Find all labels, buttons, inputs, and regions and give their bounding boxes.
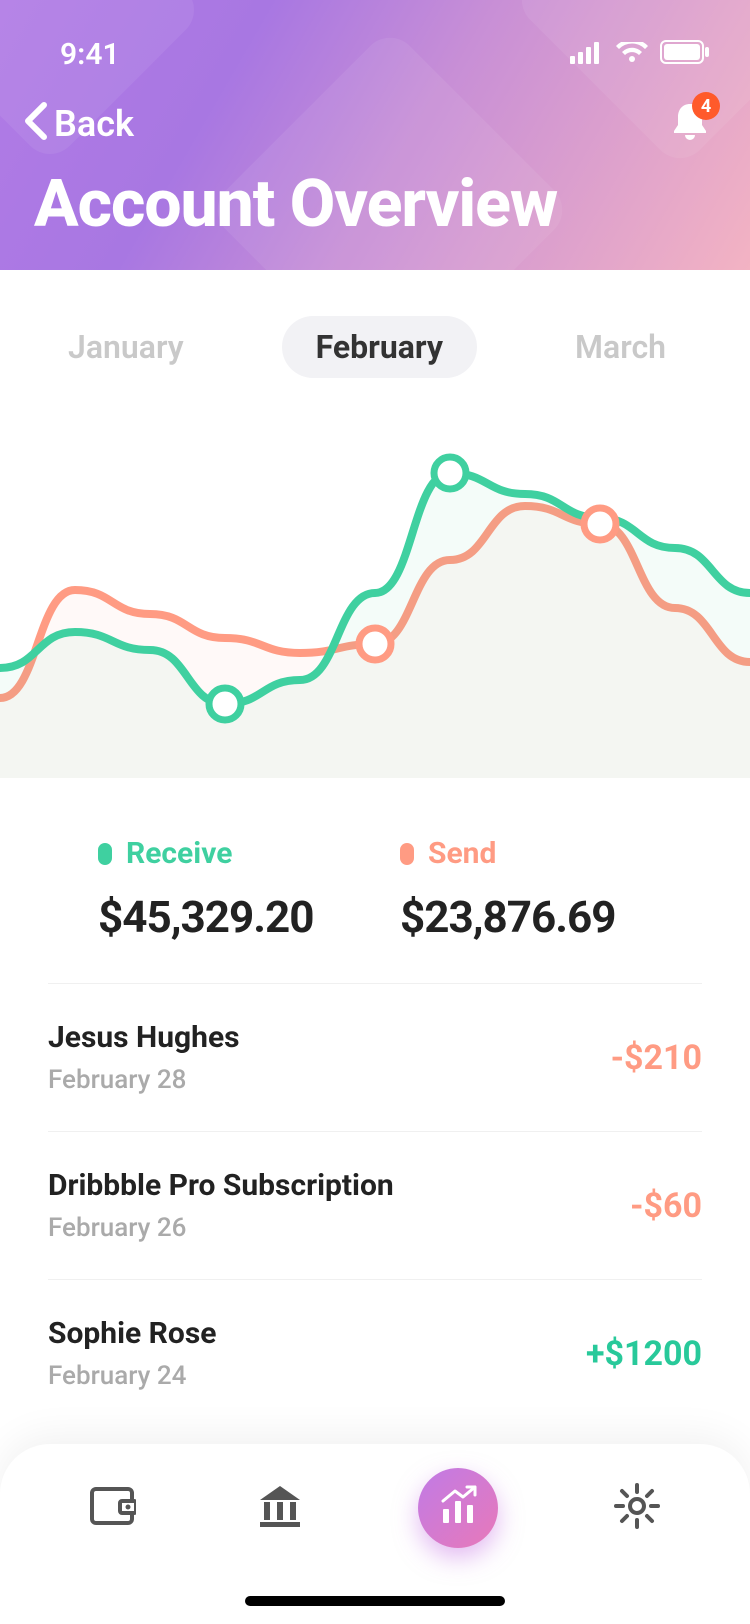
transaction-date: February 28 [48, 1065, 240, 1095]
summary-row: Receive $45,329.20 Send $23,876.69 [48, 778, 702, 984]
tab-settings[interactable] [609, 1480, 665, 1536]
receive-value: $45,329.20 [98, 891, 400, 943]
gear-icon [614, 1483, 660, 1533]
home-indicator[interactable] [245, 1596, 505, 1606]
transaction-amount: -$60 [630, 1186, 702, 1226]
month-tabs: January February March [0, 270, 750, 378]
transaction-date: February 26 [48, 1213, 394, 1243]
receive-label: Receive [126, 836, 232, 871]
bell-icon [670, 129, 710, 148]
month-tab-current[interactable]: February [282, 316, 477, 378]
tab-bar [0, 1444, 750, 1624]
summary-send: Send $23,876.69 [400, 836, 702, 943]
month-tab-prev[interactable]: January [34, 316, 218, 378]
transaction-row[interactable]: Jesus Hughes February 28 -$210 [48, 984, 702, 1132]
month-tab-next[interactable]: March [541, 316, 700, 378]
transaction-amount: -$210 [611, 1038, 702, 1078]
receive-dot-icon [98, 843, 112, 865]
summary-receive: Receive $45,329.20 [98, 836, 400, 943]
bank-icon [256, 1484, 304, 1532]
transaction-list: Jesus Hughes February 28 -$210 Dribbble Pro… [0, 984, 750, 1427]
transaction-name: Sophie Rose [48, 1316, 216, 1351]
overview-chart[interactable] [0, 418, 750, 778]
wallet-icon [90, 1485, 136, 1531]
transaction-row[interactable]: Dribbble Pro Subscription February 26 -$60 [48, 1132, 702, 1280]
notification-badge: 4 [692, 92, 720, 120]
header: 9:41 Back 4 Account Overview [0, 0, 750, 270]
send-dot-icon [400, 843, 414, 865]
send-label: Send [428, 836, 496, 871]
transaction-amount: +$1200 [586, 1334, 702, 1374]
notifications-button[interactable]: 4 [670, 100, 710, 148]
transaction-date: February 24 [48, 1361, 216, 1391]
transaction-name: Dribbble Pro Subscription [48, 1168, 394, 1203]
tab-bank[interactable] [252, 1480, 308, 1536]
stats-icon [437, 1485, 479, 1531]
send-value: $23,876.69 [400, 891, 702, 943]
tab-stats-active[interactable] [418, 1468, 498, 1548]
tab-wallet[interactable] [85, 1480, 141, 1536]
transaction-name: Jesus Hughes [48, 1020, 240, 1055]
transaction-row[interactable]: Sophie Rose February 24 +$1200 [48, 1280, 702, 1427]
